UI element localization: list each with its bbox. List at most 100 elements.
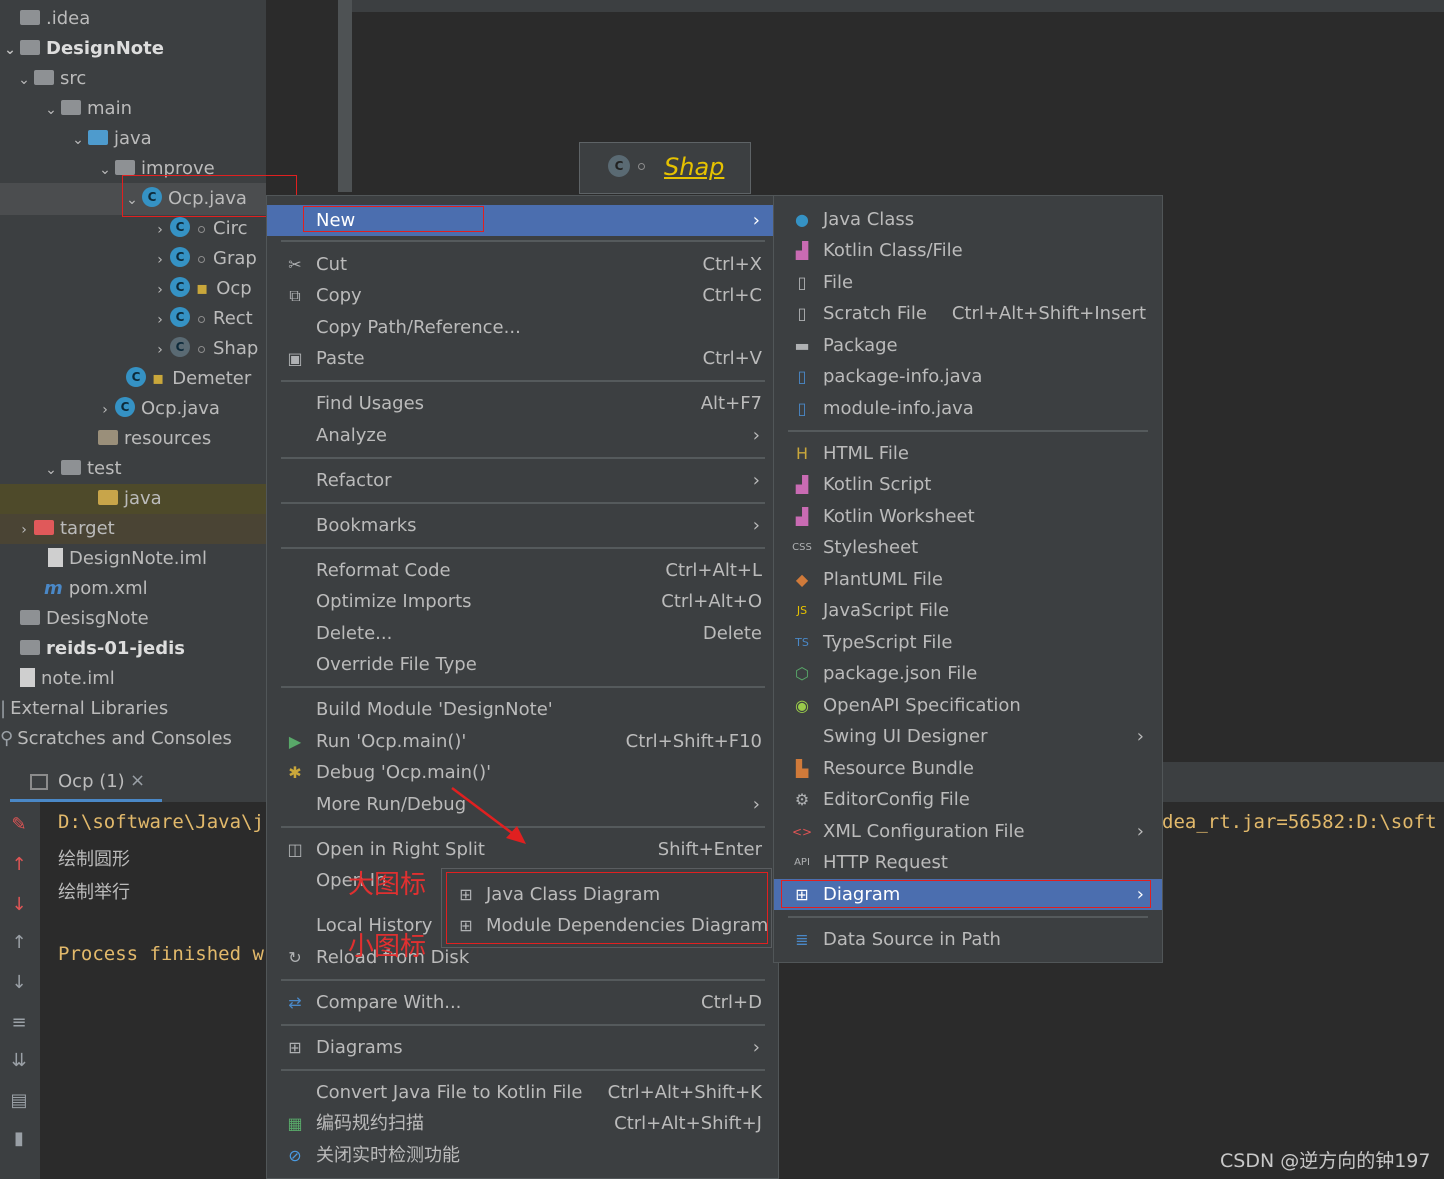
chevron-right-icon[interactable]: ›: [150, 335, 170, 365]
tree-item-circ[interactable]: › C Circ: [150, 214, 247, 244]
tree-item-main[interactable]: ⌄ main: [41, 94, 132, 124]
chevron-right-icon[interactable]: ›: [14, 515, 34, 545]
tree-item-reids[interactable]: reids-01-jedis: [0, 634, 185, 664]
separator: [281, 979, 765, 981]
tree-item-pom-xml[interactable]: m pom.xml: [24, 574, 148, 604]
menu-item-optimize[interactable]: Optimize Imports Ctrl+Alt+O: [267, 586, 778, 617]
menu-item-run[interactable]: ▶ Run 'Ocp.main()' Ctrl+Shift+F10: [267, 726, 778, 757]
menu-item-openapi[interactable]: ◉ OpenAPI Specification: [774, 690, 1162, 721]
chevron-down-icon[interactable]: ⌄: [14, 65, 34, 95]
menu-item-javascript[interactable]: JS JavaScript File: [774, 595, 1162, 626]
menu-item-kotlin-worksheet[interactable]: ▟ Kotlin Worksheet: [774, 501, 1162, 532]
menu-item-package-info[interactable]: ▯ package-info.java: [774, 361, 1162, 392]
tree-item-target[interactable]: › target: [14, 514, 115, 544]
menu-item-diagrams[interactable]: ⊞ Diagrams ›: [267, 1032, 778, 1063]
chevron-down-icon[interactable]: ⌄: [41, 455, 61, 485]
menu-item-package-json[interactable]: ⬡ package.json File: [774, 658, 1162, 689]
scratches-icon: ⚲: [0, 728, 14, 749]
separator: [281, 502, 765, 504]
menu-item-refactor[interactable]: Refactor ›: [267, 465, 778, 496]
menu-item-swing-ui[interactable]: Swing UI Designer ›: [774, 721, 1162, 752]
menu-item-stylesheet[interactable]: CSS Stylesheet: [774, 532, 1162, 563]
visibility-icon: [198, 255, 205, 263]
menu-item-html-file[interactable]: H HTML File: [774, 438, 1162, 469]
menu-item-typescript[interactable]: TS TypeScript File: [774, 627, 1162, 658]
tree-item-resources[interactable]: resources: [78, 424, 211, 454]
scroll-end-icon[interactable]: ⇊: [8, 1050, 30, 1072]
chevron-right-icon[interactable]: ›: [150, 305, 170, 335]
scroll-down-icon[interactable]: ↓: [8, 972, 30, 994]
tree-item-test-java[interactable]: java: [78, 484, 162, 514]
chevron-down-icon[interactable]: ⌄: [95, 155, 115, 185]
clear-icon[interactable]: ✎: [8, 814, 30, 836]
chevron-right-icon[interactable]: ›: [95, 395, 115, 425]
rerun-up-icon[interactable]: ↑: [8, 854, 30, 876]
trash-icon[interactable]: ▮: [8, 1128, 30, 1150]
tree-item-shap[interactable]: › C Shap: [150, 334, 258, 364]
chevron-right-icon[interactable]: ›: [150, 275, 170, 305]
tree-item-ocp-java-2[interactable]: › C Ocp.java: [95, 394, 220, 424]
chevron-right-icon: ›: [752, 425, 760, 446]
menu-item-editorconfig[interactable]: ⚙ EditorConfig File: [774, 784, 1162, 815]
menu-item-scratch-file[interactable]: ▯ Scratch File Ctrl+Alt+Shift+Insert: [774, 298, 1162, 329]
chevron-down-icon[interactable]: ⌄: [0, 35, 20, 65]
menu-item-file[interactable]: ▯ File: [774, 267, 1162, 298]
menu-item-xml-config[interactable]: <> XML Configuration File ›: [774, 816, 1162, 847]
menu-item-cut[interactable]: ✂ Cut Ctrl+X: [267, 249, 778, 280]
chevron-right-icon[interactable]: ›: [150, 215, 170, 245]
menu-item-paste[interactable]: ▣ Paste Ctrl+V: [267, 343, 778, 374]
menu-item-module-info[interactable]: ▯ module-info.java: [774, 393, 1162, 424]
menu-item-close-check[interactable]: ⊘ 关闭实时检测功能: [267, 1140, 778, 1171]
menu-item-delete[interactable]: Delete... Delete: [267, 618, 778, 649]
menu-item-convert-kotlin[interactable]: Convert Java File to Kotlin File Ctrl+Alt…: [267, 1077, 778, 1108]
separator: [281, 457, 765, 459]
tree-item-designnote[interactable]: ⌄ DesignNote: [0, 34, 164, 64]
menu-item-reformat[interactable]: Reformat Code Ctrl+Alt+L: [267, 555, 778, 586]
console-tab[interactable]: Ocp (1) ×: [10, 768, 162, 802]
tree-item-rect[interactable]: › C Rect: [150, 304, 253, 334]
print-icon[interactable]: ▤: [8, 1090, 30, 1112]
menu-item-resource-bundle[interactable]: ▙ Resource Bundle: [774, 753, 1162, 784]
menu-item-java-class[interactable]: ● Java Class: [774, 204, 1162, 235]
menu-item-build-module[interactable]: Build Module 'DesignNote': [267, 694, 778, 725]
tree-item-designnote-iml[interactable]: DesignNote.iml: [28, 544, 207, 574]
stop-down-icon[interactable]: ↓: [8, 894, 30, 916]
menu-item-http-request[interactable]: API HTTP Request: [774, 847, 1162, 878]
tree-item-scratches[interactable]: ⚲ Scratches and Consoles: [0, 724, 232, 754]
tree-item-test[interactable]: ⌄ test: [41, 454, 121, 485]
chevron-right-icon[interactable]: ›: [150, 245, 170, 275]
menu-item-data-source[interactable]: ≣ Data Source in Path: [774, 924, 1162, 955]
diagram-class-node[interactable]: C Shap: [579, 142, 751, 194]
tree-item-grap[interactable]: › C Grap: [150, 244, 257, 274]
kotlin-icon: ▟: [795, 507, 809, 526]
tree-item-desisgnote[interactable]: DesisgNote: [0, 604, 149, 634]
file-icon: [48, 547, 63, 567]
tree-item-ocp[interactable]: › C ▪ Ocp: [150, 274, 252, 304]
menu-item-package[interactable]: ▬ Package: [774, 330, 1162, 361]
menu-item-copy-path[interactable]: Copy Path/Reference...: [267, 312, 778, 343]
menu-item-compare[interactable]: ⇄ Compare With... Ctrl+D: [267, 987, 778, 1018]
wrap-icon[interactable]: ≡: [8, 1012, 30, 1034]
menu-item-copy[interactable]: ⧉ Copy Ctrl+C: [267, 280, 778, 311]
menu-item-find-usages[interactable]: Find Usages Alt+F7: [267, 388, 778, 419]
scroll-up-icon[interactable]: ↑: [8, 932, 30, 954]
tree-item-demeter[interactable]: C ▪ Demeter: [106, 364, 251, 394]
menu-item-analyze[interactable]: Analyze ›: [267, 420, 778, 451]
menu-item-kotlin-class[interactable]: ▟ Kotlin Class/File: [774, 235, 1162, 266]
nodejs-icon: ⬡: [795, 664, 809, 683]
menu-item-bookmarks[interactable]: Bookmarks ›: [267, 510, 778, 541]
tree-item-external-libraries[interactable]: | External Libraries: [0, 694, 168, 724]
menu-item-plantuml[interactable]: ◆ PlantUML File: [774, 564, 1162, 595]
chevron-down-icon[interactable]: ⌄: [41, 95, 61, 125]
tree-item-java[interactable]: ⌄ java: [68, 124, 152, 154]
close-icon[interactable]: ×: [130, 770, 145, 791]
chevron-down-icon[interactable]: ⌄: [68, 125, 88, 155]
tree-item-src[interactable]: ⌄ src: [14, 64, 86, 94]
menu-item-kotlin-script[interactable]: ▟ Kotlin Script: [774, 469, 1162, 500]
menu-item-override-type[interactable]: Override File Type: [267, 649, 778, 680]
menu-item-scan[interactable]: ▦ 编码规约扫描 Ctrl+Alt+Shift+J: [267, 1108, 778, 1139]
tree-scrollbar[interactable]: [338, 0, 352, 192]
visibility-icon: [638, 163, 645, 170]
tree-item-note-iml[interactable]: note.iml: [0, 664, 115, 694]
tree-item-idea[interactable]: .idea: [0, 4, 90, 34]
